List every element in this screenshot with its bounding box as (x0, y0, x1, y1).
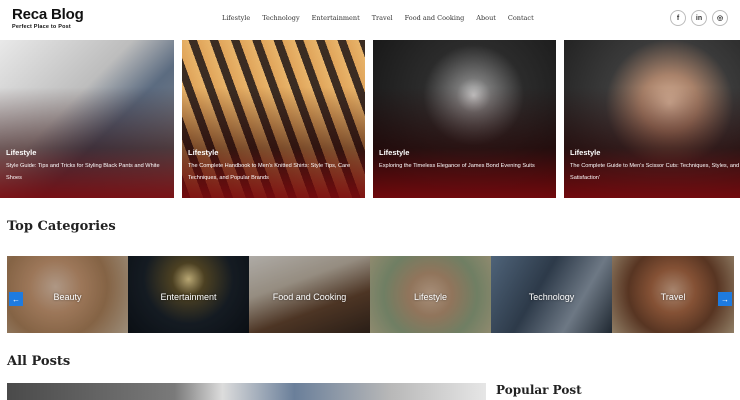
arrow-right-icon: → (721, 294, 729, 304)
nav-about[interactable]: About (476, 14, 496, 22)
card-category[interactable]: Lifestyle (379, 148, 409, 157)
nav-contact[interactable]: Contact (508, 14, 534, 22)
logo-text: Reca Blog (12, 6, 84, 23)
category-tile[interactable]: Technology (491, 256, 612, 333)
category-label[interactable]: Travel (612, 292, 734, 302)
card-title[interactable]: The Complete Handbook to Men's Knitted S… (188, 160, 358, 184)
card-category[interactable]: Lifestyle (6, 148, 36, 157)
all-posts-heading: All Posts (7, 354, 71, 369)
featured-card[interactable]: Lifestyle The Complete Handbook to Men's… (182, 40, 365, 198)
category-label[interactable]: Technology (491, 292, 612, 302)
post-thumbnail[interactable] (7, 383, 486, 400)
instagram-icon[interactable]: ◎ (712, 10, 728, 26)
nav-food-and-cooking[interactable]: Food and Cooking (405, 14, 465, 22)
arrow-left-icon: ← (12, 294, 20, 304)
site-logo[interactable]: Reca Blog Perfect Place to Post (12, 6, 84, 31)
popular-post-heading: Popular Post (496, 383, 582, 397)
category-tile[interactable]: Beauty (7, 256, 128, 333)
main-nav: Lifestyle Technology Entertainment Trave… (222, 14, 534, 22)
site-header: Reca Blog Perfect Place to Post Lifestyl… (0, 0, 740, 40)
card-category[interactable]: Lifestyle (188, 148, 218, 157)
card-title[interactable]: Style Guide: Tips and Tricks for Styling… (6, 160, 174, 184)
category-tile[interactable]: Lifestyle (370, 256, 491, 333)
card-category[interactable]: Lifestyle (570, 148, 600, 157)
category-label[interactable]: Food and Cooking (249, 292, 370, 302)
category-label[interactable]: Lifestyle (370, 292, 491, 302)
featured-card[interactable]: Lifestyle Style Guide: Tips and Tricks f… (0, 40, 174, 198)
featured-card[interactable]: Lifestyle Exploring the Timeless Eleganc… (373, 40, 556, 198)
category-slider: Beauty Entertainment Food and Cooking Li… (7, 256, 734, 333)
nav-travel[interactable]: Travel (372, 14, 393, 22)
category-label[interactable]: Entertainment (128, 292, 249, 302)
featured-posts: Lifestyle Style Guide: Tips and Tricks f… (0, 40, 740, 198)
category-tile[interactable]: Entertainment (128, 256, 249, 333)
category-tile[interactable]: Travel (612, 256, 734, 333)
linkedin-icon[interactable]: in (691, 10, 707, 26)
featured-card[interactable]: Lifestyle The Complete Guide to Men's Sc… (564, 40, 740, 198)
facebook-icon[interactable]: f (670, 10, 686, 26)
nav-lifestyle[interactable]: Lifestyle (222, 14, 250, 22)
slider-next-button[interactable]: → (718, 292, 732, 306)
social-links: f in ◎ (670, 10, 728, 26)
logo-tagline: Perfect Place to Post (12, 24, 71, 30)
card-title[interactable]: The Complete Guide to Men's Scissor Cuts… (570, 160, 740, 184)
nav-entertainment[interactable]: Entertainment (312, 14, 360, 22)
nav-technology[interactable]: Technology (262, 14, 299, 22)
category-tile[interactable]: Food and Cooking (249, 256, 370, 333)
slider-prev-button[interactable]: ← (9, 292, 23, 306)
card-title[interactable]: Exploring the Timeless Elegance of James… (379, 160, 549, 172)
category-label[interactable]: Beauty (7, 292, 128, 302)
top-categories-heading: Top Categories (7, 219, 116, 234)
